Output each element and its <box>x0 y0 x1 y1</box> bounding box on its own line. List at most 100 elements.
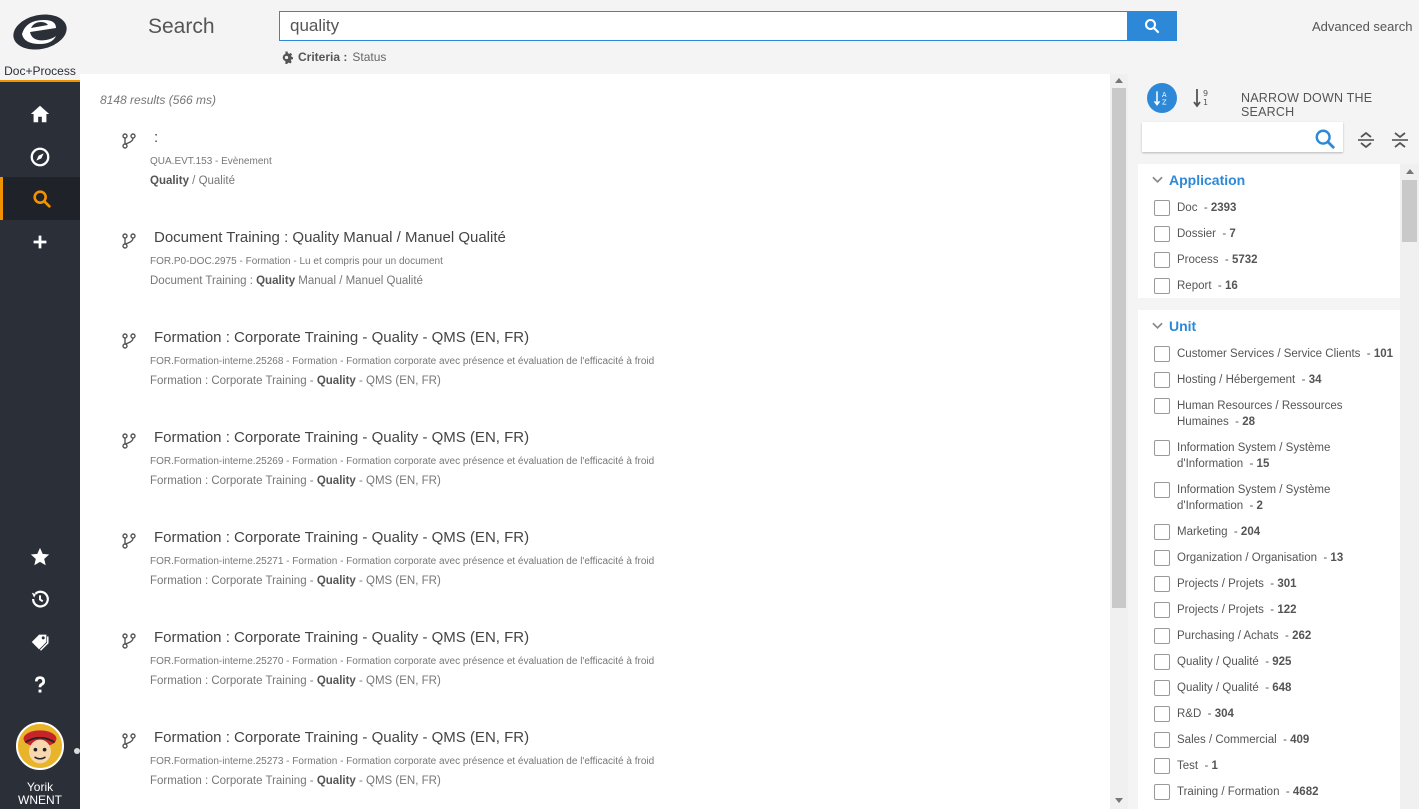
sidebar-item-create[interactable] <box>0 220 80 263</box>
facet-item[interactable]: Organization / Organisation - 13 <box>1154 550 1394 566</box>
sidebar-item-help[interactable] <box>0 663 80 706</box>
result-title[interactable]: : <box>154 129 158 146</box>
facet-item[interactable]: R&D - 304 <box>1154 706 1394 722</box>
advanced-search-link[interactable]: Advanced search <box>1312 19 1412 34</box>
search-icon <box>1144 18 1160 34</box>
facet-item[interactable]: Human Resources / Ressources Humaines - … <box>1154 398 1394 430</box>
facet-header-application[interactable]: Application <box>1152 172 1245 188</box>
scroll-down-arrow[interactable] <box>1115 798 1123 803</box>
facet-item[interactable]: Quality / Qualité - 925 <box>1154 654 1394 670</box>
result-item[interactable]: Formation : Corporate Training - Quality… <box>120 429 1100 519</box>
plus-icon <box>33 235 47 248</box>
facet-item[interactable]: Report - 16 <box>1154 278 1394 294</box>
facets-scrollbar[interactable] <box>1400 164 1419 809</box>
expand-all-icon[interactable] <box>1357 130 1375 150</box>
result-title[interactable]: Formation : Corporate Training - Quality… <box>154 329 529 346</box>
facet-item[interactable]: Marketing - 204 <box>1154 524 1394 540</box>
checkbox[interactable] <box>1154 602 1170 618</box>
process-branch-icon <box>122 333 136 349</box>
criteria-value: Status <box>352 50 387 64</box>
checkbox[interactable] <box>1154 372 1170 388</box>
filter-input[interactable] <box>1142 122 1343 152</box>
result-title[interactable]: Document Training : Quality Manual / Man… <box>154 229 506 246</box>
facet-item[interactable]: Test - 1 <box>1154 758 1394 774</box>
result-item[interactable]: Formation : Corporate Training - Quality… <box>120 729 1100 809</box>
sidebar-item-explore[interactable] <box>0 135 80 178</box>
sort-alpha-button[interactable]: AZ <box>1147 83 1177 113</box>
facet-item[interactable]: Purchasing / Achats - 262 <box>1154 628 1394 644</box>
results-scrollbar[interactable] <box>1110 74 1128 809</box>
facet-item[interactable]: Process - 5732 <box>1154 252 1394 268</box>
checkbox[interactable] <box>1154 550 1170 566</box>
scrollbar-thumb[interactable] <box>1402 180 1417 242</box>
criteria-row[interactable]: Criteria : Status <box>280 50 386 64</box>
result-item[interactable]: : QUA.EVT.153 - Evènement Quality / Qual… <box>120 129 1100 219</box>
checkbox[interactable] <box>1154 576 1170 592</box>
checkbox[interactable] <box>1154 706 1170 722</box>
search-icon[interactable] <box>1314 128 1336 150</box>
sidebar-item-tags[interactable] <box>0 620 80 663</box>
search-button[interactable] <box>1127 11 1177 41</box>
avatar[interactable] <box>16 722 64 770</box>
criteria-label: Criteria : <box>298 50 348 64</box>
results-list: 8148 results (566 ms) : QUA.EVT.153 - Ev… <box>80 74 1110 809</box>
sidebar-item-favorites[interactable] <box>0 535 80 578</box>
facet-item[interactable]: Sales / Commercial - 409 <box>1154 732 1394 748</box>
result-title[interactable]: Formation : Corporate Training - Quality… <box>154 729 529 746</box>
sidebar-item-home[interactable] <box>0 92 80 135</box>
checkbox[interactable] <box>1154 524 1170 540</box>
facet-unit: Unit Customer Services / Service Clients… <box>1138 310 1400 809</box>
result-title[interactable]: Formation : Corporate Training - Quality… <box>154 529 529 546</box>
result-code: FOR.Formation-interne.25271 - Formation … <box>150 556 655 567</box>
scroll-up-arrow[interactable] <box>1406 169 1414 174</box>
result-item[interactable]: Formation : Corporate Training - Quality… <box>120 329 1100 419</box>
checkbox[interactable] <box>1154 398 1170 414</box>
result-item[interactable]: Document Training : Quality Manual / Man… <box>120 229 1100 319</box>
checkbox[interactable] <box>1154 732 1170 748</box>
checkbox[interactable] <box>1154 758 1170 774</box>
facet-item[interactable]: Training / Formation - 4682 <box>1154 784 1394 800</box>
user-last-name: WNENT <box>18 793 62 807</box>
facet-item[interactable]: Quality / Qualité - 648 <box>1154 680 1394 696</box>
facet-header-unit[interactable]: Unit <box>1152 318 1196 334</box>
app-logo[interactable]: Doc+Process <box>0 0 80 82</box>
result-title[interactable]: Formation : Corporate Training - Quality… <box>154 629 529 646</box>
page-title: Search <box>148 15 215 38</box>
result-title[interactable]: Formation : Corporate Training - Quality… <box>154 429 529 446</box>
facet-item[interactable]: Doc - 2393 <box>1154 200 1394 216</box>
facet-item[interactable]: Projects / Projets - 122 <box>1154 602 1394 618</box>
checkbox[interactable] <box>1154 278 1170 294</box>
scrollbar-thumb[interactable] <box>1112 88 1126 608</box>
checkbox[interactable] <box>1154 346 1170 362</box>
facet-item[interactable]: Dossier - 7 <box>1154 226 1394 242</box>
checkbox[interactable] <box>1154 252 1170 268</box>
facet-item[interactable]: Hosting / Hébergement - 34 <box>1154 372 1394 388</box>
checkbox[interactable] <box>1154 200 1170 216</box>
svg-text:9: 9 <box>1203 89 1208 98</box>
collapse-all-icon[interactable] <box>1391 130 1409 150</box>
facet-item[interactable]: Projects / Projets - 301 <box>1154 576 1394 592</box>
facet-item[interactable]: Customer Services / Service Clients - 10… <box>1154 346 1394 362</box>
star-icon <box>30 547 50 565</box>
chevron-down-icon <box>1152 322 1163 330</box>
facet-item[interactable]: Information System / Système d'Informati… <box>1154 440 1394 472</box>
checkbox[interactable] <box>1154 226 1170 242</box>
history-icon <box>31 590 49 608</box>
user-name[interactable]: Yorik WNENT <box>0 781 80 807</box>
search-input[interactable] <box>279 11 1128 41</box>
result-item[interactable]: Formation : Corporate Training - Quality… <box>120 529 1100 619</box>
checkbox[interactable] <box>1154 482 1170 498</box>
sidebar-item-search[interactable] <box>0 177 80 220</box>
checkbox[interactable] <box>1154 628 1170 644</box>
facet-item[interactable]: Information System / Système d'Informati… <box>1154 482 1394 514</box>
checkbox[interactable] <box>1154 654 1170 670</box>
facet-application: Application Doc - 2393 Dossier - 7 Proce… <box>1138 164 1400 298</box>
checkbox[interactable] <box>1154 680 1170 696</box>
sort-numeric-icon[interactable]: 91 <box>1191 86 1213 110</box>
checkbox[interactable] <box>1154 784 1170 800</box>
sidebar: Doc+Process Yorik WNENT <box>0 0 80 809</box>
checkbox[interactable] <box>1154 440 1170 456</box>
scroll-up-arrow[interactable] <box>1115 78 1123 83</box>
sidebar-item-history[interactable] <box>0 577 80 620</box>
result-item[interactable]: Formation : Corporate Training - Quality… <box>120 629 1100 719</box>
